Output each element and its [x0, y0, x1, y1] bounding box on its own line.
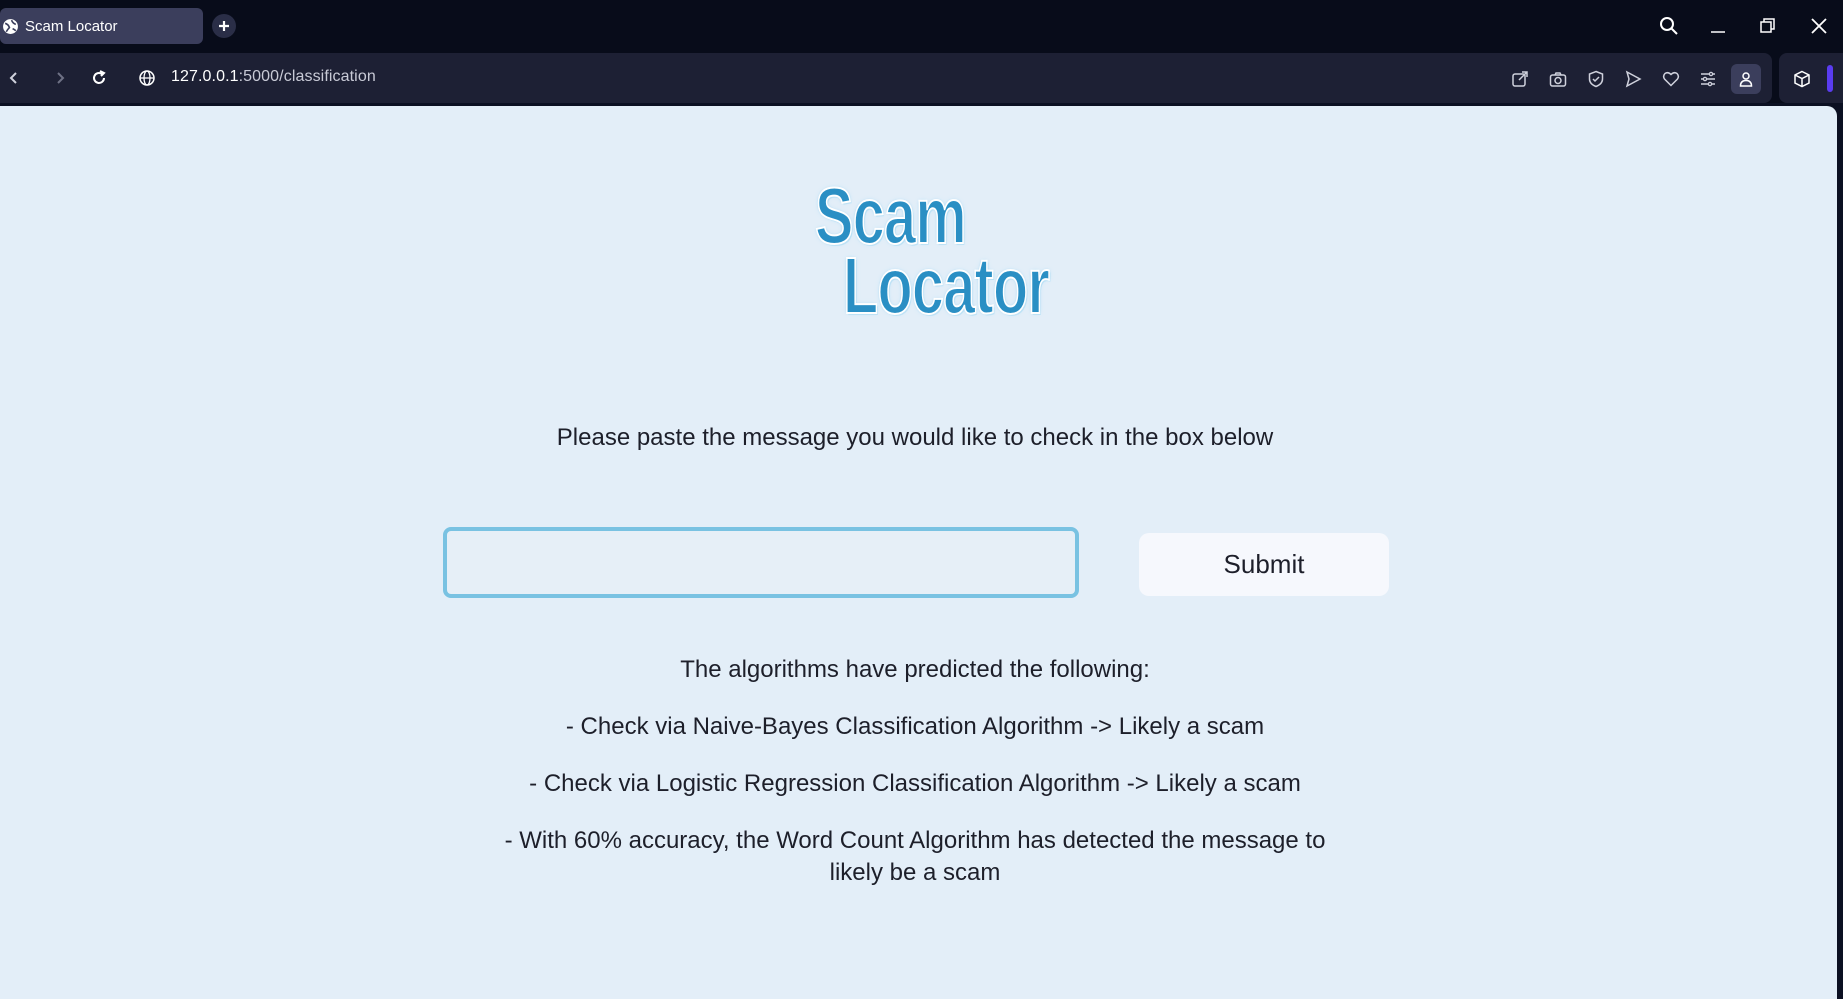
site-info-globe-icon[interactable] [134, 65, 160, 91]
url-host: 127.0.0.1 [171, 68, 239, 85]
browser-toolbar: 127.0.0.1:5000/classification [0, 53, 1843, 103]
result-word-count: - With 60% accuracy, the Word Count Algo… [504, 827, 1326, 886]
search-tabs-icon[interactable] [1654, 12, 1684, 40]
menu-icon[interactable] [1695, 66, 1721, 92]
sidebar-accent-bar[interactable] [1827, 65, 1833, 92]
submit-button[interactable]: Submit [1139, 533, 1389, 596]
url-field[interactable]: 127.0.0.1:5000/classification [171, 68, 376, 86]
cube-icon[interactable] [1789, 66, 1815, 92]
prediction-results: The algorithms have predicted the follow… [480, 654, 1350, 914]
new-tab-button[interactable] [212, 14, 236, 38]
share-icon[interactable] [1507, 66, 1533, 92]
globe-icon [2, 18, 19, 35]
browser-window: Scam Locator 127.0.0.1:5000/classificati… [0, 0, 1843, 999]
results-heading: The algorithms have predicted the follow… [680, 656, 1150, 683]
tab-scam-locator[interactable]: Scam Locator [0, 8, 203, 44]
url-path: :5000/classification [238, 68, 376, 85]
tab-strip: Scam Locator [0, 0, 1843, 53]
restore-icon[interactable] [1753, 12, 1783, 40]
send-icon[interactable] [1620, 66, 1646, 92]
scam-locator-logo: Scam Locator [814, 175, 1050, 336]
extensions-area [1779, 53, 1843, 103]
address-bar: 127.0.0.1:5000/classification [0, 53, 1772, 103]
profile-icon[interactable] [1731, 64, 1761, 94]
reload-icon[interactable] [86, 65, 112, 91]
shield-icon[interactable] [1583, 66, 1609, 92]
minimize-icon[interactable] [1703, 12, 1733, 40]
back-icon[interactable] [1, 65, 27, 91]
page-viewport: Scam Locator Please paste the message yo… [0, 106, 1837, 999]
forward-icon[interactable] [47, 65, 73, 91]
camera-icon[interactable] [1545, 66, 1571, 92]
heart-icon[interactable] [1658, 66, 1684, 92]
result-naive-bayes: - Check via Naive-Bayes Classification A… [565, 713, 1265, 740]
tab-title: Scam Locator [25, 17, 118, 35]
result-logistic-regression: - Check via Logistic Regression Classifi… [529, 770, 1301, 797]
logo-line-locator: Locator [842, 241, 1050, 330]
message-input[interactable] [443, 527, 1079, 598]
close-icon[interactable] [1804, 12, 1834, 40]
instruction-text: Please paste the message you would like … [556, 424, 1274, 451]
